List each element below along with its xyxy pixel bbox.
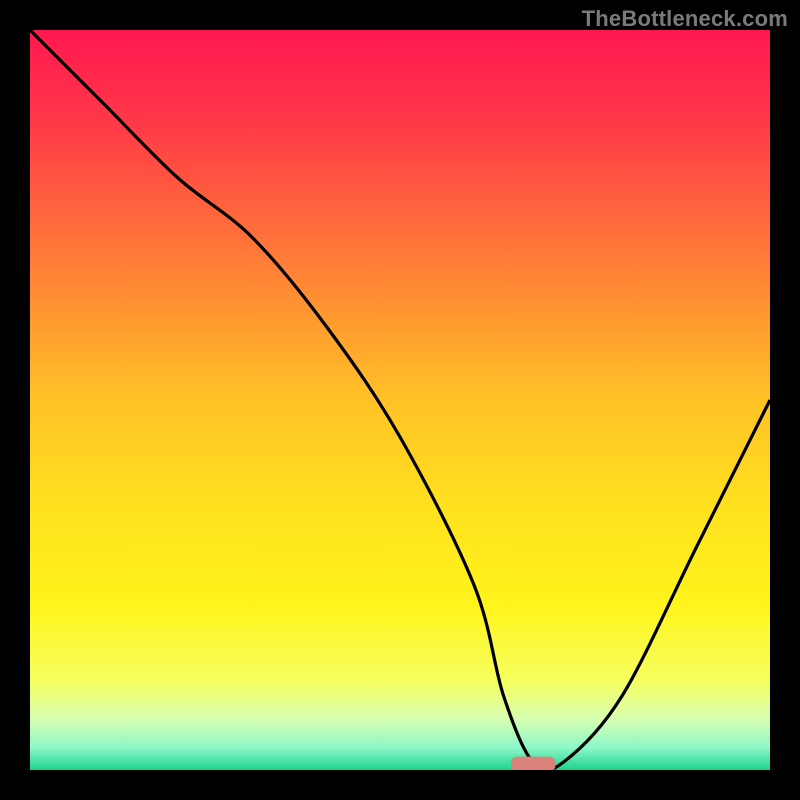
watermark-text: TheBottleneck.com (582, 6, 788, 32)
chart-frame (30, 30, 770, 770)
minimum-marker (511, 757, 555, 770)
bottleneck-curve-chart (30, 30, 770, 770)
